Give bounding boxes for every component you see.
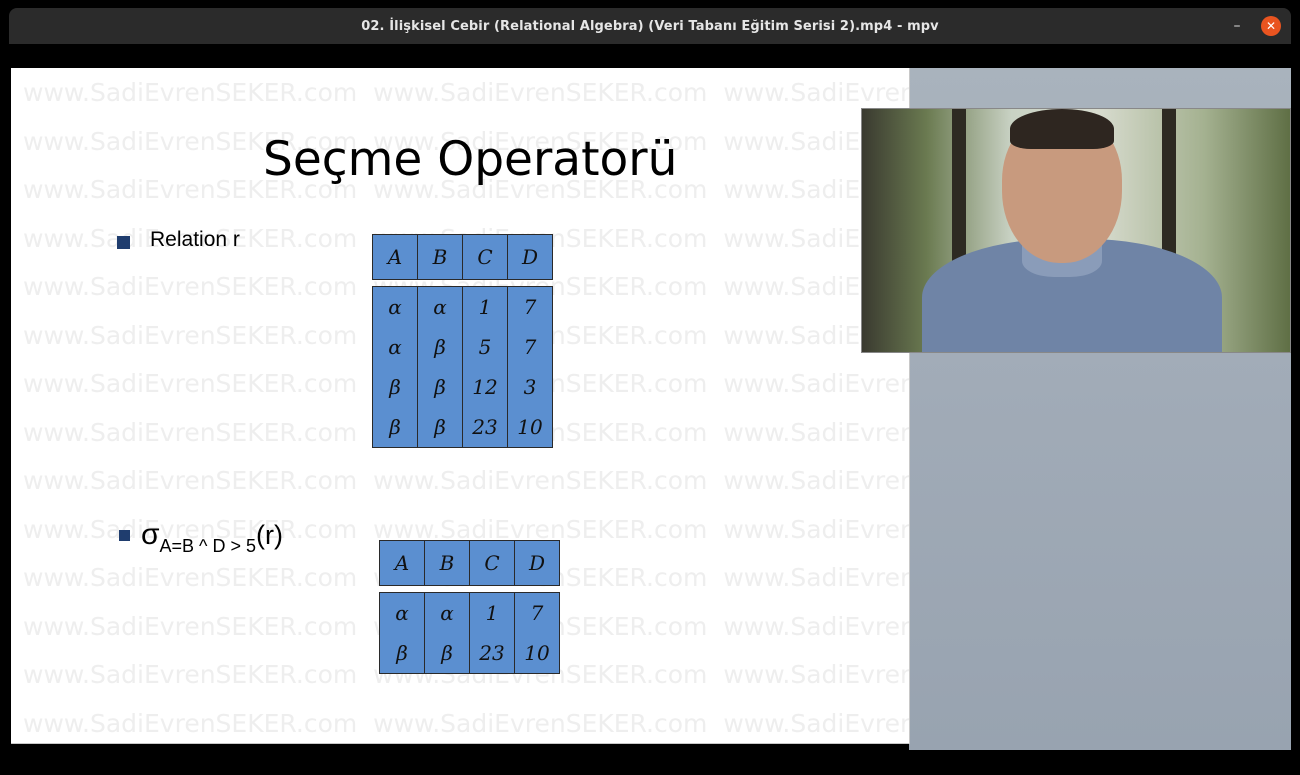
bullet-square	[117, 236, 130, 249]
table-cell: 10	[507, 407, 553, 448]
video-area[interactable]: www.SadiEvrenSEKER.com www.SadiEvrenSEKE…	[9, 44, 1291, 750]
column-header: D	[514, 540, 560, 586]
column-header: D	[507, 234, 553, 280]
result-header: ABCD	[379, 540, 560, 586]
table-row: αα17	[372, 286, 553, 327]
selection-expression: σA=B ^ D > 5(r)	[141, 518, 283, 557]
watermark-text: www.SadiEvrenSEKER.com www.SadiEvrenSEKE…	[23, 78, 909, 107]
table-row: β β 23 10	[372, 407, 553, 448]
table-cell: β	[417, 367, 463, 407]
relation-r-table: α α 1 7 α β 5 7 β β 12 3 β β 23 10	[372, 286, 553, 448]
close-button[interactable]: ✕	[1261, 16, 1281, 36]
table-row: β β 23 10	[379, 633, 560, 674]
selection-argument: (r)	[256, 520, 283, 550]
column-header: C	[462, 234, 508, 280]
table-cell: 1	[469, 592, 515, 633]
table-cell: α	[372, 286, 418, 327]
relation-r-label: Relation r	[150, 228, 240, 251]
table-cell: 23	[462, 407, 508, 448]
minimize-button[interactable]: –	[1227, 16, 1247, 36]
watermark-text: www.SadiEvrenSEKER.com www.SadiEvrenSEKE…	[23, 466, 909, 495]
slide-title: Seçme Operatorü	[263, 132, 678, 187]
table-cell: α	[372, 327, 418, 367]
table-row: β β 12 3	[372, 367, 553, 407]
table-cell: α	[417, 286, 463, 327]
presentation-slide: www.SadiEvrenSEKER.com www.SadiEvrenSEKE…	[11, 68, 910, 744]
bullet-square	[119, 530, 130, 541]
table-cell: α	[379, 592, 425, 633]
column-header: B	[417, 234, 463, 280]
table-cell: β	[424, 633, 470, 674]
table-cell: 7	[514, 592, 560, 633]
result-table: α α 1 7 β β 23 10	[379, 592, 560, 674]
table-row: αβ57	[372, 327, 553, 367]
table-cell: 10	[514, 633, 560, 674]
column-header: B	[424, 540, 470, 586]
table-cell: 7	[507, 327, 553, 367]
watermark-text: www.SadiEvrenSEKER.com www.SadiEvrenSEKE…	[23, 708, 909, 738]
presenter-webcam-overlay	[861, 108, 1291, 353]
table-cell: 7	[507, 286, 553, 327]
table-cell: β	[417, 327, 463, 367]
mpv-window: 02. İlişkisel Cebir (Relational Algebra)…	[9, 8, 1291, 766]
table-cell: 3	[507, 367, 553, 407]
table-cell: 5	[462, 327, 508, 367]
table-cell: 12	[462, 367, 508, 407]
column-header: C	[469, 540, 515, 586]
table-cell: 1	[462, 286, 508, 327]
column-header: A	[372, 234, 418, 280]
relation-r-header: ABCD	[372, 234, 553, 280]
table-cell: β	[372, 367, 418, 407]
table-row: αα17	[379, 592, 560, 633]
table-cell: α	[424, 592, 470, 633]
presenter-hair	[1010, 109, 1114, 149]
table-cell: β	[379, 633, 425, 674]
table-cell: β	[372, 407, 418, 448]
column-header: A	[379, 540, 425, 586]
table-cell: β	[417, 407, 463, 448]
window-title: 02. İlişkisel Cebir (Relational Algebra)…	[361, 18, 939, 34]
title-bar[interactable]: 02. İlişkisel Cebir (Relational Algebra)…	[9, 8, 1291, 44]
table-cell: 23	[469, 633, 515, 674]
selection-predicate: A=B ^ D > 5	[159, 536, 257, 556]
sigma-symbol: σ	[141, 518, 160, 551]
window-controls: – ✕	[1227, 16, 1281, 36]
